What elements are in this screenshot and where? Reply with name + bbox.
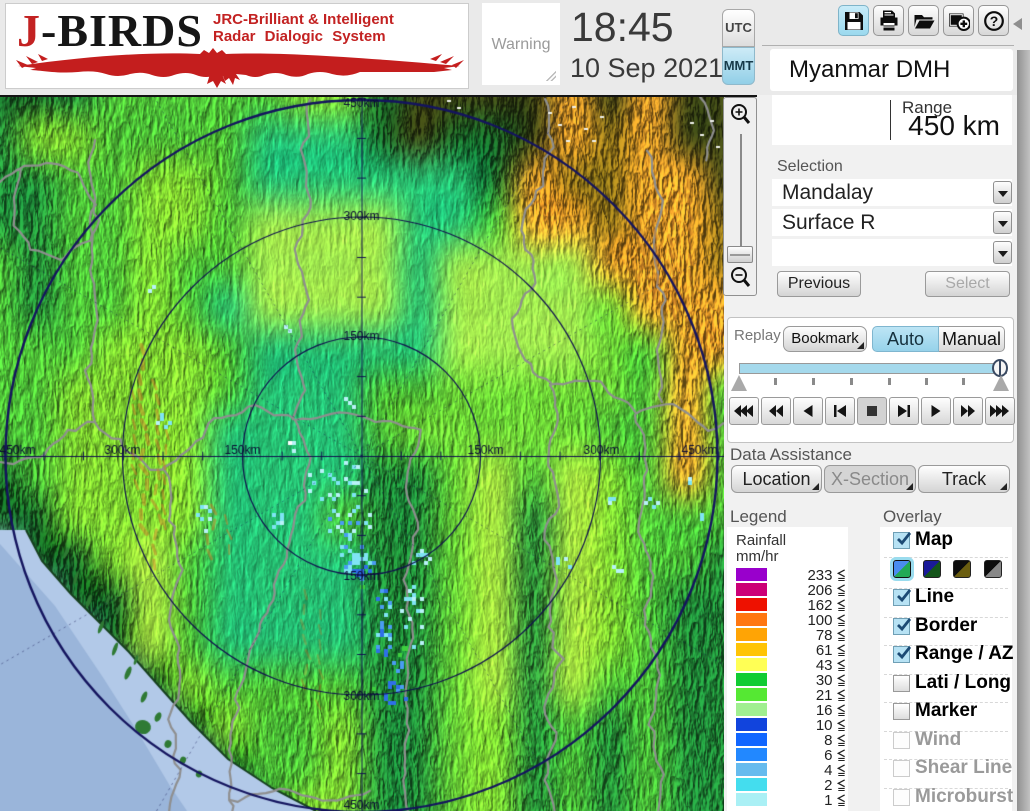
svg-text:?: ? bbox=[990, 13, 999, 29]
